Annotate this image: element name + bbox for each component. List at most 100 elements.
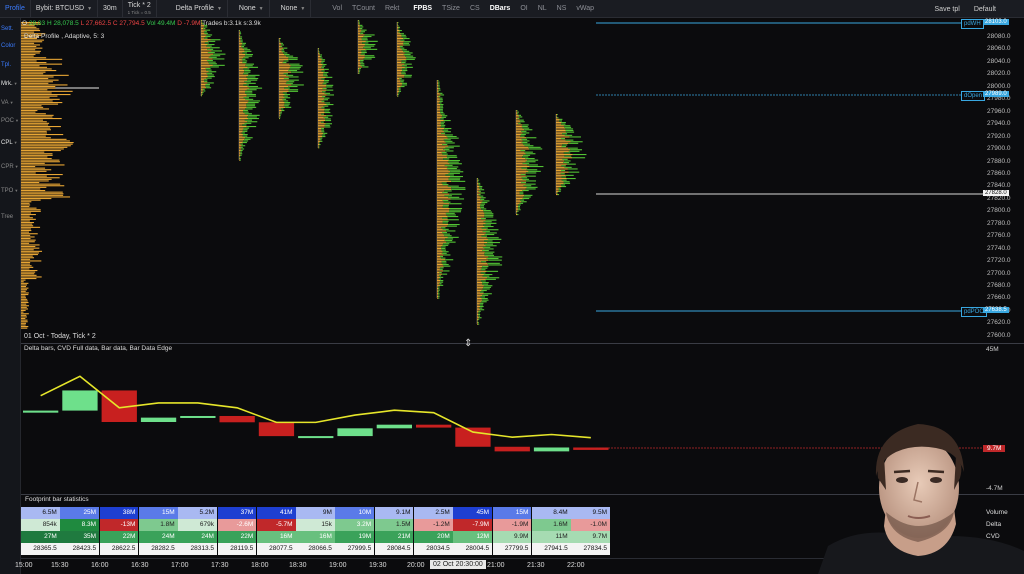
fpbs-toggle[interactable]: FPBS <box>408 0 437 18</box>
profile-bar-ask <box>279 116 280 118</box>
profile-bar-ask <box>358 40 366 42</box>
profile-bar-bid <box>439 102 442 104</box>
price-axis[interactable]: 28080.0 28060.0 28040.0 28020.0 28000.0 27980… <box>983 18 1024 343</box>
profile-bar-ask <box>318 108 325 110</box>
profile-bar-bid <box>451 188 466 190</box>
profile-type-selector[interactable]: Delta Profile ▼ <box>171 0 228 18</box>
profile-bar-bid <box>482 266 489 268</box>
profile-bar-ask <box>201 29 206 31</box>
price-tick-label: 27900.0 <box>987 145 1011 153</box>
profile-bar-ask <box>239 95 247 97</box>
oi-toggle[interactable]: OI <box>515 0 532 18</box>
none-selector-1[interactable]: None ▼ <box>234 0 270 18</box>
sidebar-item-tpl[interactable]: Tpl. <box>1 62 11 68</box>
profile-bar-bid <box>206 77 212 79</box>
profile-bar-ask <box>397 57 407 59</box>
profile-bar-ask <box>358 45 365 47</box>
profile-bar-ask <box>318 145 319 147</box>
nl-toggle[interactable]: NL <box>533 0 552 18</box>
profile-bar-ask <box>437 164 445 166</box>
vwap-toggle[interactable]: vWap <box>571 0 599 18</box>
sidebar-item-sett[interactable]: Sett. <box>1 26 13 32</box>
profile-bar-bid <box>360 63 365 65</box>
profile-bar-bid <box>208 61 216 63</box>
cs-toggle[interactable]: CS <box>465 0 485 18</box>
profile-bar-bid <box>398 31 401 33</box>
sidebar-item-cpl[interactable]: CPL▼ <box>1 140 18 146</box>
main-chart-panel[interactable] <box>21 18 983 343</box>
profile-bar-bid <box>325 76 333 78</box>
profile-bar <box>21 167 46 169</box>
delta-stat-cell: -1.2M <box>414 519 453 531</box>
profile-bar-bid <box>447 161 459 163</box>
profile-bar-ask <box>318 68 324 70</box>
profile-bar-bid <box>326 89 334 91</box>
profile-bar <box>21 135 46 137</box>
profile-bar-ask <box>279 95 284 97</box>
save-tpl-button[interactable]: Save tpl <box>935 6 960 13</box>
profile-bar-ask <box>556 142 569 144</box>
sidebar-item-mrk[interactable]: Mrk.▼ <box>1 81 18 87</box>
profile-bar-ask <box>397 30 400 32</box>
sidebar-item-tree[interactable]: Tree <box>1 214 13 220</box>
profile-bar-ask <box>437 108 440 110</box>
delta-stat-cell: 8.3M <box>60 519 100 531</box>
profile-bar-ask <box>318 128 322 130</box>
profile-bar-bid <box>477 320 479 322</box>
profile-bar-ask <box>201 71 209 73</box>
profile-bar-ask <box>556 176 562 178</box>
profile-bar-ask <box>358 31 361 33</box>
sidebar-item-va[interactable]: VA▼ <box>1 100 14 106</box>
profile-bar-bid <box>481 235 488 237</box>
profile-bar-bid <box>360 31 365 33</box>
profile-bar <box>21 295 26 297</box>
volume-stat-cell: 38M <box>99 507 139 519</box>
profile-bar-bid <box>525 188 536 190</box>
profile-bar <box>21 225 34 227</box>
profile-bar-ask <box>201 93 202 95</box>
timeframe-selector[interactable]: 30m <box>98 0 123 18</box>
profile-bar-ask <box>279 92 283 94</box>
dbars-toggle[interactable]: DBars <box>485 0 516 18</box>
profile-bar-bid <box>529 148 543 150</box>
profile-bar-ask <box>437 214 447 216</box>
tsize-toggle[interactable]: TSize <box>437 0 465 18</box>
ns-toggle[interactable]: NS <box>552 0 572 18</box>
profile-bar-bid <box>359 68 361 70</box>
profile-bar-ask <box>239 74 249 76</box>
profile-bar <box>21 122 50 124</box>
profile-bar-bid <box>446 155 457 157</box>
profile-bar-ask <box>318 94 327 96</box>
profile-bar <box>21 276 42 278</box>
profile-bar-ask <box>239 156 240 158</box>
profile-bar <box>21 30 41 32</box>
vol-toggle[interactable]: Vol <box>327 0 347 18</box>
sidebar-item-label: Color <box>1 43 16 49</box>
profile-bar-bid <box>562 133 568 135</box>
profile-bar-ask <box>437 97 440 99</box>
profile-bar-bid <box>526 164 538 166</box>
default-button[interactable]: Default <box>974 6 996 13</box>
profile-menu[interactable]: Profile <box>0 0 31 18</box>
profile-bar <box>21 68 52 70</box>
profile-bar-bid <box>242 52 248 54</box>
tick-selector[interactable]: Tick * 2 1 Tick = 0.5 <box>123 0 157 18</box>
profile-bar-ask <box>516 150 521 152</box>
profile-bar-ask <box>239 55 245 57</box>
profile-bar-ask <box>516 158 526 160</box>
profile-bar-bid <box>438 84 440 86</box>
delta-stat-cell: 1.6M <box>531 519 571 531</box>
profile-bar-ask <box>437 174 446 176</box>
profile-bar <box>21 202 30 204</box>
sidebar-item-cpr[interactable]: CPR▼ <box>1 164 19 170</box>
exchange-selector[interactable]: Bybit: BTCUSD ▼ <box>31 0 99 18</box>
sidebar-item-tpo[interactable]: TPO▼ <box>1 188 18 194</box>
rekt-toggle[interactable]: Rekt <box>380 0 404 18</box>
profile-bar-ask <box>556 187 559 189</box>
sidebar-item-poc[interactable]: POC▼ <box>1 118 19 124</box>
sidebar-item-color[interactable]: Color <box>1 43 15 49</box>
tcount-toggle[interactable]: TCount <box>347 0 380 18</box>
profile-bar <box>21 106 44 108</box>
none-selector-2[interactable]: None ▼ <box>276 0 312 18</box>
profile-bar-ask <box>477 315 479 317</box>
